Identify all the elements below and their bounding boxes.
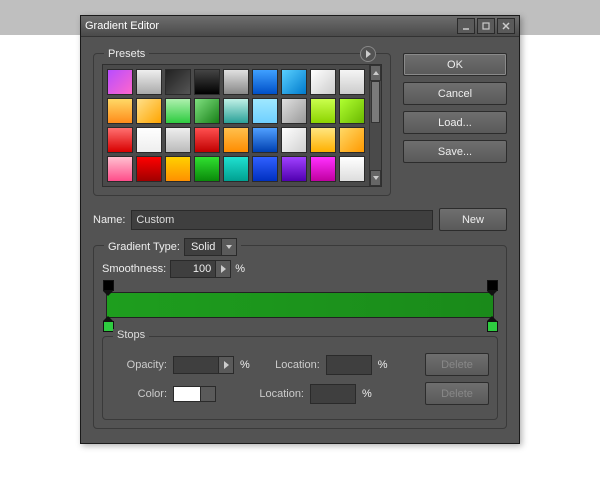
color-location-input <box>310 384 356 404</box>
minimize-button[interactable] <box>457 18 475 34</box>
stops-legend: Stops <box>113 329 149 341</box>
preset-swatch[interactable] <box>194 98 220 124</box>
cancel-button[interactable]: Cancel <box>403 82 507 105</box>
preset-swatch[interactable] <box>310 98 336 124</box>
gradient-type-select[interactable]: Solid <box>184 238 237 256</box>
preset-swatch[interactable] <box>194 156 220 182</box>
preset-swatch[interactable] <box>339 98 365 124</box>
ok-button[interactable]: OK <box>403 53 507 76</box>
location-label: Location: <box>256 359 320 371</box>
gradient-type-label: Gradient Type: <box>108 241 180 253</box>
preset-swatch[interactable] <box>165 156 191 182</box>
presets-fieldset: Presets <box>93 53 391 196</box>
preset-swatch[interactable] <box>165 98 191 124</box>
preset-swatch[interactable] <box>165 69 191 95</box>
arrow-right-icon <box>219 356 234 374</box>
name-label: Name: <box>93 214 125 226</box>
window-title: Gradient Editor <box>85 20 455 32</box>
preset-swatch[interactable] <box>194 127 220 153</box>
opacity-input <box>173 356 234 374</box>
titlebar[interactable]: Gradient Editor <box>81 16 519 37</box>
opacity-stop-right[interactable] <box>486 280 498 296</box>
preset-swatch[interactable] <box>252 156 278 182</box>
preset-swatch[interactable] <box>107 98 133 124</box>
preset-scrollbar[interactable] <box>369 65 381 186</box>
smoothness-label: Smoothness: <box>102 263 166 275</box>
maximize-button[interactable] <box>477 18 495 34</box>
preset-swatch[interactable] <box>339 69 365 95</box>
preset-swatch[interactable] <box>223 69 249 95</box>
name-input[interactable] <box>131 210 433 230</box>
location-label: Location: <box>240 388 304 400</box>
gradient-type-fieldset: Gradient Type: Solid Smoothness: 100 % <box>93 245 507 429</box>
color-stop-right[interactable] <box>486 316 498 332</box>
preset-swatch-grid <box>103 65 369 186</box>
preset-swatch[interactable] <box>252 127 278 153</box>
delete-opacity-stop-button: Delete <box>425 353 489 376</box>
preset-swatch[interactable] <box>107 156 133 182</box>
presets-flyout-button[interactable] <box>360 46 376 62</box>
opacity-location-input <box>326 355 372 375</box>
new-button[interactable]: New <box>439 208 507 231</box>
preset-swatch[interactable] <box>339 127 365 153</box>
preset-swatch[interactable] <box>165 127 191 153</box>
chevron-down-icon[interactable] <box>222 238 237 256</box>
opacity-label: Opacity: <box>111 359 167 371</box>
preset-swatch[interactable] <box>223 156 249 182</box>
preset-swatch[interactable] <box>136 98 162 124</box>
preset-swatch[interactable] <box>252 98 278 124</box>
preset-swatch[interactable] <box>281 156 307 182</box>
preset-swatch[interactable] <box>107 69 133 95</box>
opacity-stop-left[interactable] <box>102 280 114 296</box>
preset-swatch[interactable] <box>310 127 336 153</box>
stops-fieldset: Stops Opacity: % Location: % Delete Colo… <box>102 336 498 420</box>
preset-swatch[interactable] <box>194 69 220 95</box>
preset-swatch[interactable] <box>281 69 307 95</box>
preset-swatch[interactable] <box>310 156 336 182</box>
scroll-thumb[interactable] <box>371 81 380 123</box>
delete-color-stop-button: Delete <box>425 382 489 405</box>
color-well <box>173 386 201 402</box>
preset-swatch[interactable] <box>223 98 249 124</box>
gradient-bar[interactable] <box>106 292 494 318</box>
preset-swatch[interactable] <box>339 156 365 182</box>
save-button[interactable]: Save... <box>403 140 507 163</box>
preset-swatch[interactable] <box>223 127 249 153</box>
preset-swatch[interactable] <box>136 69 162 95</box>
smoothness-input[interactable]: 100 <box>170 260 231 278</box>
preset-swatch[interactable] <box>252 69 278 95</box>
load-button[interactable]: Load... <box>403 111 507 134</box>
presets-legend: Presets <box>104 48 149 60</box>
scroll-down-button[interactable] <box>370 170 381 186</box>
arrow-right-icon <box>201 386 216 402</box>
preset-swatch[interactable] <box>136 156 162 182</box>
color-label: Color: <box>111 388 167 400</box>
close-button[interactable] <box>497 18 515 34</box>
preset-swatch[interactable] <box>281 127 307 153</box>
preset-swatch[interactable] <box>281 98 307 124</box>
scroll-up-button[interactable] <box>370 65 381 81</box>
arrow-right-icon[interactable] <box>216 260 231 278</box>
preset-swatch[interactable] <box>136 127 162 153</box>
preset-swatch[interactable] <box>107 127 133 153</box>
preset-swatch[interactable] <box>310 69 336 95</box>
gradient-editor-dialog: Gradient Editor Presets <box>80 15 520 444</box>
